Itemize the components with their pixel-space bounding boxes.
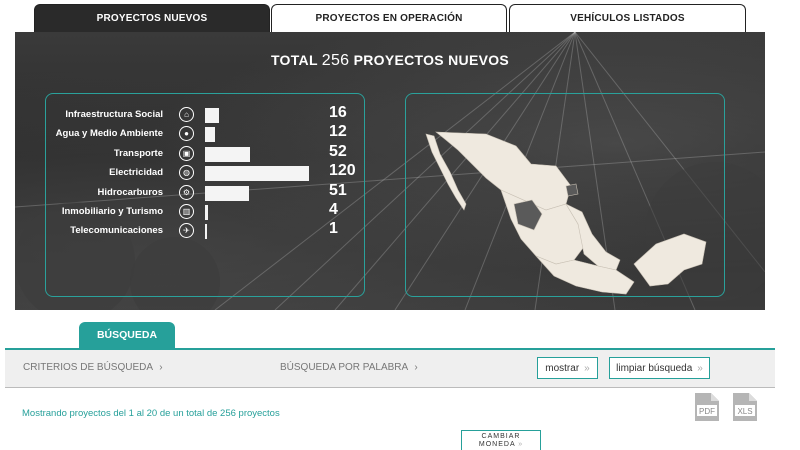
stat-value: 12 bbox=[329, 123, 347, 141]
stat-bar bbox=[205, 224, 207, 240]
refinery-icon: ⚙ bbox=[179, 184, 194, 200]
stat-row-telecomunicaciones[interactable]: Telecomunicaciones ✈ 1 bbox=[46, 220, 366, 241]
stat-bar bbox=[205, 146, 251, 162]
currency-line1: CAMBIAR bbox=[481, 433, 521, 440]
mexico-map bbox=[425, 131, 707, 295]
stat-bar bbox=[205, 205, 209, 220]
hospital-icon: ⌂ bbox=[179, 107, 194, 122]
stat-label: Transporte bbox=[113, 147, 163, 159]
busqueda-por-palabra-link[interactable]: BÚSQUEDA POR PALABRA › bbox=[280, 362, 418, 373]
stat-label: Infraestructura Social bbox=[65, 109, 163, 120]
busqueda-tab[interactable]: BÚSQUEDA bbox=[79, 322, 175, 348]
stat-value: 52 bbox=[329, 142, 347, 160]
pdf-label: PDF bbox=[699, 407, 715, 416]
mostrar-label: mostrar bbox=[545, 362, 580, 374]
tab-vehiculos-listados[interactable]: VEHÍCULOS LISTADOS bbox=[509, 4, 746, 32]
hero-total-count: 256 bbox=[321, 52, 350, 69]
double-chevron-icon: » bbox=[697, 362, 703, 374]
double-chevron-icon: » bbox=[584, 362, 590, 374]
water-drop-icon: ● bbox=[179, 126, 194, 142]
stat-label: Agua y Medio Ambiente bbox=[55, 128, 163, 140]
limpiar-label: limpiar búsqueda bbox=[616, 362, 693, 374]
project-tabs: PROYECTOS NUEVOS PROYECTOS EN OPERACIÓN … bbox=[34, 4, 746, 32]
stat-bar bbox=[205, 185, 250, 201]
stat-value: 16 bbox=[329, 104, 347, 121]
stat-bar bbox=[205, 108, 219, 123]
cambiar-moneda-button[interactable]: CAMBIAR MONEDA » bbox=[461, 430, 541, 450]
mexico-map-panel bbox=[405, 93, 725, 297]
stat-label: Hidrocarburos bbox=[97, 186, 163, 198]
criterios-de-busqueda-link[interactable]: CRITERIOS DE BÚSQUEDA › bbox=[23, 362, 163, 373]
tab-proyectos-en-operacion[interactable]: PROYECTOS EN OPERACIÓN bbox=[271, 4, 507, 32]
map-state-highlight-small[interactable] bbox=[565, 183, 579, 197]
stat-row-hidrocarburos[interactable]: Hidrocarburos ⚙ 51 bbox=[46, 181, 366, 203]
stat-row-inmobiliario-y-turismo[interactable]: Inmobiliario y Turismo ▥ 4 bbox=[46, 201, 366, 222]
building-icon: ▥ bbox=[179, 204, 194, 219]
hero-title-prefix: TOTAL bbox=[270, 52, 318, 68]
hero-banner: TOTAL 256 PROYECTOS NUEVOS Infraestructu… bbox=[15, 32, 765, 310]
stat-value: 51 bbox=[329, 181, 347, 199]
stat-row-agua-y-medio-ambiente[interactable]: Agua y Medio Ambiente ● 12 bbox=[46, 123, 366, 144]
xls-download-icon[interactable]: XLS bbox=[731, 392, 759, 422]
stat-row-transporte[interactable]: Transporte ▣ 52 bbox=[46, 142, 366, 164]
currency-line2: MONEDA » bbox=[478, 441, 524, 448]
hero-title: TOTAL 256 PROYECTOS NUEVOS bbox=[15, 52, 765, 70]
results-summary: Mostrando proyectos del 1 al 20 de un to… bbox=[22, 408, 280, 419]
search-bar: CRITERIOS DE BÚSQUEDA › BÚSQUEDA POR PAL… bbox=[5, 348, 775, 388]
tab-proyectos-nuevos[interactable]: PROYECTOS NUEVOS bbox=[34, 4, 270, 32]
stat-bar bbox=[205, 166, 309, 182]
bus-icon: ▣ bbox=[179, 145, 194, 161]
byword-label: BÚSQUEDA POR PALABRA bbox=[280, 362, 408, 373]
chevron-right-icon: › bbox=[159, 362, 163, 373]
stat-value: 120 bbox=[329, 162, 356, 180]
stat-row-electricidad[interactable]: Electricidad ◍ 120 bbox=[46, 162, 366, 183]
lightbulb-icon: ◍ bbox=[179, 165, 194, 181]
stat-bar bbox=[205, 127, 216, 143]
chevron-right-icon: › bbox=[414, 362, 418, 373]
satellite-icon: ✈ bbox=[179, 223, 194, 239]
hero-title-suffix: PROYECTOS NUEVOS bbox=[353, 52, 510, 68]
criterios-label: CRITERIOS DE BÚSQUEDA bbox=[23, 362, 153, 373]
stat-label: Telecomunicaciones bbox=[70, 225, 163, 237]
stat-label: Inmobiliario y Turismo bbox=[61, 206, 163, 217]
limpiar-busqueda-button[interactable]: limpiar búsqueda » bbox=[609, 357, 710, 379]
xls-label: XLS bbox=[737, 407, 752, 416]
pdf-download-icon[interactable]: PDF bbox=[693, 392, 721, 422]
map-state-yucatan[interactable] bbox=[633, 233, 707, 287]
mostrar-button[interactable]: mostrar » bbox=[537, 357, 598, 379]
stat-row-infraestructura-social[interactable]: Infraestructura Social ⌂ 16 bbox=[46, 104, 366, 125]
stat-value: 4 bbox=[329, 201, 338, 218]
stat-value: 1 bbox=[329, 220, 338, 238]
sector-stats-panel: Infraestructura Social ⌂ 16 Agua y Medio Am… bbox=[45, 93, 365, 297]
stat-label: Electricidad bbox=[109, 167, 163, 179]
